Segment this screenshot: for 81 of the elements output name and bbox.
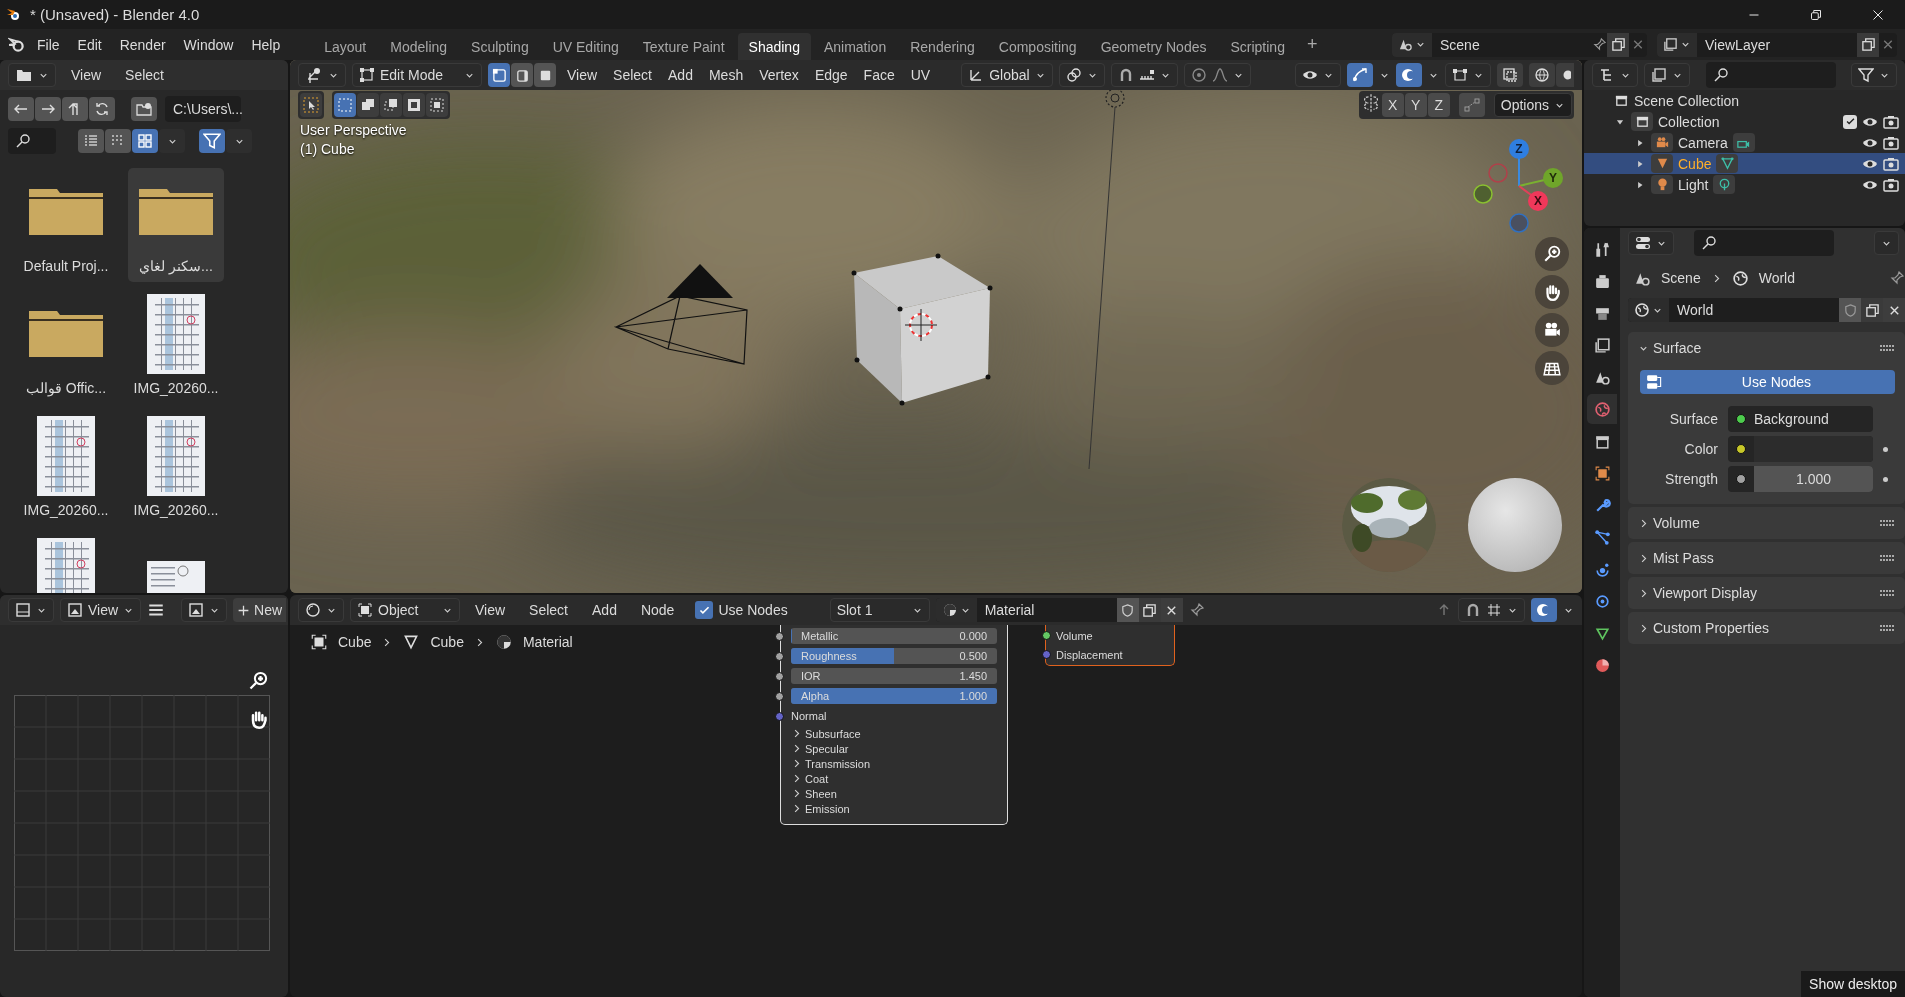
breadcrumb-item[interactable]: Material	[522, 634, 573, 650]
file-name: IMG_20260...	[133, 502, 219, 518]
menu-item[interactable]: Node	[631, 598, 684, 622]
file-tile[interactable]: Default Proj...	[18, 168, 114, 282]
workspace-tab[interactable]: Rendering	[899, 32, 986, 61]
socket-label: Volume	[1056, 629, 1093, 642]
file-tile[interactable]: IMG_20260...	[18, 412, 114, 526]
outliner-row[interactable]: Cube	[1584, 153, 1905, 174]
panel-header[interactable]: Volume	[1638, 515, 1700, 531]
breadcrumb-item[interactable]: Scene	[1661, 270, 1701, 286]
workspace-tab[interactable]: Scripting	[1219, 32, 1296, 61]
number-field[interactable]: 1.000	[1728, 466, 1873, 492]
shader-field[interactable]: Background	[1728, 406, 1873, 432]
menu-item[interactable]: Window	[174, 32, 243, 57]
workspace-tab[interactable]: Shading	[737, 32, 811, 61]
panel-header[interactable]: Custom Properties	[1638, 620, 1769, 636]
file-name: قوالب Offic...	[25, 380, 107, 396]
object-dropdown[interactable]: Object	[350, 598, 460, 622]
panel-toggle[interactable]: Subsurface	[791, 727, 861, 740]
outliner-row[interactable]: Camera	[1584, 132, 1905, 153]
menu-item[interactable]: Add	[583, 598, 626, 622]
file-name: Default Proj...	[23, 258, 109, 274]
panel-header[interactable]: Surface	[1638, 340, 1702, 356]
outliner-label: Camera	[1678, 134, 1728, 151]
workspace-tab[interactable]: Animation	[812, 32, 898, 61]
node-slider[interactable]: Metallic 0.000	[791, 628, 997, 644]
field-label: Color	[1683, 441, 1718, 457]
file-name: IMG_20260...	[23, 502, 109, 518]
menu-item[interactable]: Render	[110, 32, 175, 57]
slot-dropdown[interactable]: Slot 1	[829, 598, 930, 622]
use-nodes-checkbox[interactable]: Use Nodes	[689, 600, 794, 620]
file-tile[interactable]: قوالب Offic...	[18, 290, 114, 404]
outliner-row[interactable]: Light	[1584, 174, 1905, 195]
workspace-tab[interactable]: UV Editing	[541, 32, 630, 61]
socket-label: Normal	[791, 710, 827, 722]
use-nodes-button[interactable]: Use Nodes	[1640, 370, 1895, 394]
new-button[interactable]: New	[233, 598, 287, 622]
breadcrumb-item[interactable]: Cube	[430, 634, 464, 650]
socket-label: Displacement	[1056, 648, 1123, 661]
workspace-tab[interactable]: Layout	[313, 32, 378, 61]
outliner-row[interactable]: Collection	[1584, 111, 1905, 132]
workspace-tab[interactable]: Sculpting	[460, 32, 540, 61]
panel-toggle[interactable]: Transmission	[791, 757, 870, 770]
panel-header[interactable]: Mist Pass	[1638, 550, 1714, 566]
file-tile[interactable]: IMG_20260...	[128, 290, 224, 404]
file-tile[interactable]: سكنر لغاي...	[128, 168, 224, 282]
field-label: Strength	[1664, 471, 1718, 487]
file-tile[interactable]: IMG_20260...	[128, 412, 224, 526]
window-title: * (Unsaved) - Blender 4.0	[30, 6, 200, 23]
node-slider[interactable]: Alpha 1.000	[791, 688, 997, 704]
breadcrumb-item[interactable]: World	[1758, 270, 1795, 286]
breadcrumb-item[interactable]: Cube	[338, 634, 372, 650]
workspace-tab[interactable]: Compositing	[987, 32, 1088, 61]
panel-header[interactable]: Viewport Display	[1638, 585, 1757, 601]
menu-item[interactable]: File	[28, 32, 69, 57]
panel-toggle[interactable]: Sheen	[791, 787, 837, 800]
menu-item[interactable]: View	[62, 63, 111, 87]
file-name: IMG_20260...	[133, 380, 219, 396]
add-workspace-button[interactable]: +	[1297, 30, 1327, 59]
tooltip: Show desktop	[1801, 971, 1905, 997]
node-slider[interactable]: Roughness 0.500	[791, 648, 997, 664]
path-field[interactable]: C:\Users\...	[165, 96, 241, 122]
workspace-tab[interactable]: Geometry Nodes	[1089, 32, 1218, 61]
menu-item[interactable]: Select	[520, 598, 577, 622]
panel-toggle[interactable]: Specular	[791, 742, 849, 755]
field-label: Surface	[1668, 411, 1718, 427]
outliner-label: Scene Collection	[1634, 92, 1740, 109]
view-dropdown[interactable]: View	[60, 598, 142, 622]
menu-item[interactable]: View	[466, 598, 515, 622]
outliner-label: Cube	[1678, 155, 1712, 172]
panel-toggle[interactable]: Emission	[791, 802, 850, 815]
node-field[interactable]: IOR 1.450	[791, 668, 997, 684]
workspace-tab[interactable]: Modeling	[379, 32, 459, 61]
menu-item[interactable]: Edit	[68, 32, 111, 57]
outliner-label: Light	[1678, 176, 1709, 193]
panel-toggle[interactable]: Coat	[791, 772, 829, 785]
menu-item[interactable]: Help	[242, 32, 290, 57]
file-name: سكنر لغاي...	[139, 258, 213, 274]
workspace-tab[interactable]: Texture Paint	[631, 32, 736, 61]
outliner-label: Collection	[1658, 113, 1720, 130]
menu-item[interactable]: Select	[116, 63, 173, 87]
